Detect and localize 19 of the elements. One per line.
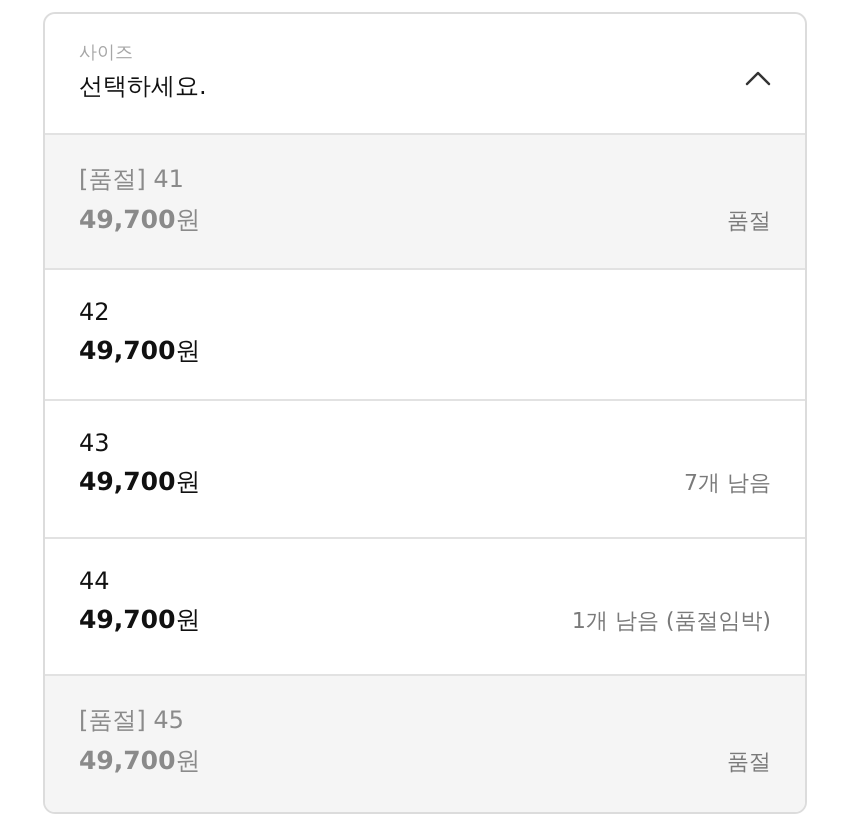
- stock-status: 1개 남음 (품절임박): [572, 608, 771, 636]
- price: 49,700원: [79, 604, 200, 636]
- chevron-up-icon: [745, 70, 771, 86]
- size-name: 44: [79, 567, 110, 595]
- stock-status: 7개 남음: [684, 470, 771, 498]
- price: 49,700원: [79, 745, 200, 777]
- size-name: [품절] 45: [79, 705, 184, 736]
- price: 49,700원: [79, 466, 200, 498]
- size-option[interactable]: [품절] 41 49,700원 품절: [45, 135, 805, 270]
- size-name: 42: [79, 298, 110, 326]
- size-option[interactable]: [품절] 45 49,700원 품절: [45, 676, 805, 812]
- dropdown-value: 선택하세요.: [79, 71, 207, 102]
- price: 49,700원: [79, 204, 200, 236]
- size-name: [품절] 41: [79, 164, 184, 195]
- price: 49,700원: [79, 335, 200, 367]
- stock-status: 품절: [727, 208, 771, 236]
- dropdown-label: 사이즈: [79, 41, 134, 64]
- size-name: 43: [79, 429, 110, 457]
- stock-status: 품절: [727, 749, 771, 777]
